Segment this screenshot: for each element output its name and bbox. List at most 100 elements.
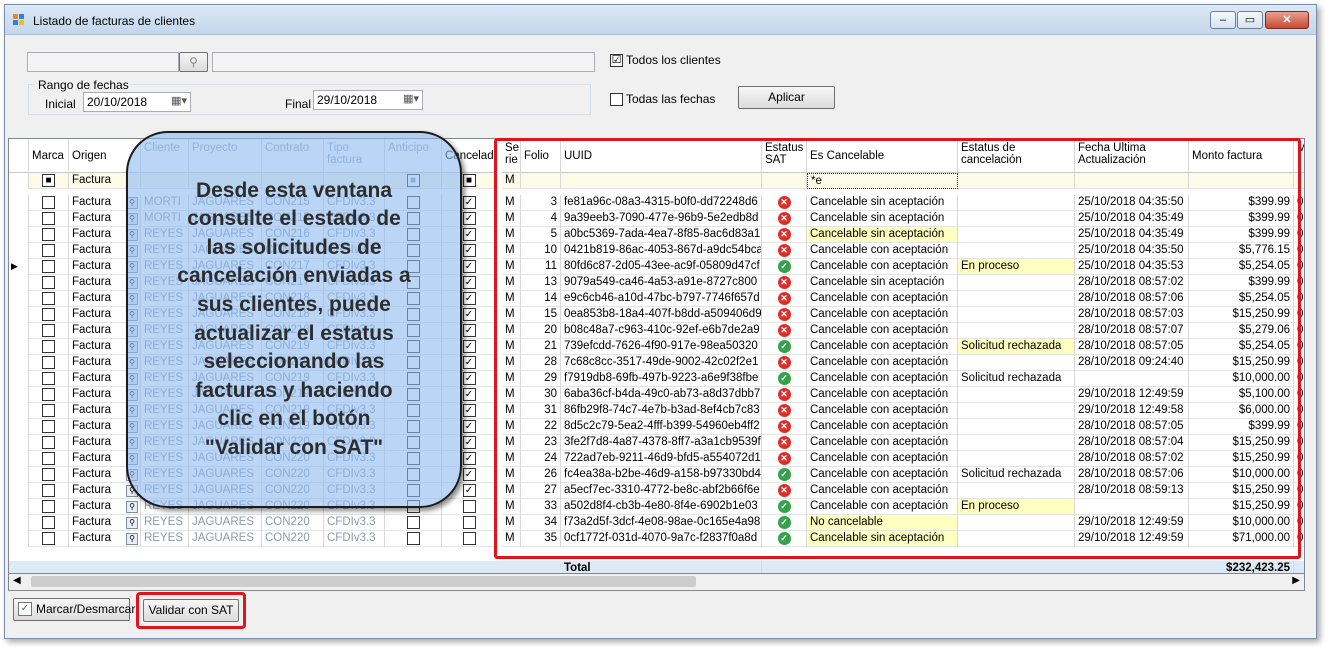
document-preview-icon[interactable]: ⚲ bbox=[126, 533, 138, 545]
row-mark-checkbox-cell[interactable] bbox=[29, 483, 69, 499]
scroll-thumb[interactable] bbox=[31, 576, 696, 587]
row-mark-checkbox-cell[interactable] bbox=[29, 195, 69, 211]
cancelada-checkbox[interactable]: ✓ bbox=[462, 324, 476, 337]
row-mark-checkbox-cell[interactable] bbox=[29, 355, 69, 371]
cancelada-checkbox[interactable]: ✓ bbox=[462, 420, 476, 433]
row-mark-checkbox-cell[interactable] bbox=[29, 323, 69, 339]
row-mark-checkbox-cell[interactable] bbox=[29, 259, 69, 275]
cancelada-checkbox[interactable]: ✓ bbox=[462, 244, 476, 257]
cancelada-checkbox[interactable]: ✓ bbox=[462, 404, 476, 417]
scroll-left-icon[interactable]: ◀ bbox=[13, 575, 21, 586]
row-mark-checkbox-cell[interactable] bbox=[29, 451, 69, 467]
cancelada-checkbox-cell[interactable] bbox=[442, 499, 497, 515]
calendar-icon[interactable]: ▦▾ bbox=[403, 92, 419, 105]
cancelada-checkbox-cell[interactable] bbox=[442, 531, 497, 547]
row-header[interactable] bbox=[9, 307, 29, 323]
cancelada-checkbox[interactable]: ✓ bbox=[462, 356, 476, 369]
row-header[interactable] bbox=[9, 243, 29, 259]
row-mark-checkbox[interactable] bbox=[42, 388, 55, 401]
cancelada-checkbox[interactable]: ✓ bbox=[462, 212, 476, 225]
cancelada-checkbox[interactable] bbox=[462, 516, 476, 529]
row-mark-checkbox-cell[interactable] bbox=[29, 387, 69, 403]
minimize-button[interactable]: ‒ bbox=[1210, 11, 1236, 29]
cancelada-checkbox[interactable]: ✓ bbox=[462, 196, 476, 209]
row-mark-checkbox[interactable] bbox=[42, 468, 55, 481]
cancelada-checkbox[interactable] bbox=[462, 500, 476, 513]
row-mark-checkbox[interactable] bbox=[42, 500, 55, 513]
todas-fechas-checkbox[interactable] bbox=[610, 93, 623, 106]
row-mark-checkbox[interactable] bbox=[42, 228, 55, 241]
row-mark-checkbox-cell[interactable] bbox=[29, 419, 69, 435]
row-header[interactable] bbox=[9, 515, 29, 531]
column-header-marca[interactable]: Marca bbox=[29, 139, 69, 173]
cancelada-checkbox[interactable]: ✓ bbox=[462, 468, 476, 481]
row-mark-checkbox-cell[interactable] bbox=[29, 275, 69, 291]
row-mark-checkbox[interactable] bbox=[42, 436, 55, 449]
cancelada-checkbox-cell[interactable] bbox=[442, 515, 497, 531]
cancelada-checkbox[interactable]: ✓ bbox=[462, 260, 476, 273]
close-button[interactable]: ✕ bbox=[1265, 11, 1309, 29]
row-mark-checkbox[interactable] bbox=[42, 308, 55, 321]
row-mark-checkbox[interactable] bbox=[42, 484, 55, 497]
row-mark-checkbox[interactable] bbox=[42, 244, 55, 257]
row-header[interactable] bbox=[9, 467, 29, 483]
aplicar-button[interactable]: Aplicar bbox=[738, 86, 835, 109]
document-preview-icon[interactable]: ⚲ bbox=[126, 517, 138, 529]
row-mark-checkbox[interactable] bbox=[42, 356, 55, 369]
row-mark-checkbox[interactable] bbox=[42, 324, 55, 337]
row-header[interactable] bbox=[9, 355, 29, 371]
scroll-right-icon[interactable]: ▶ bbox=[1292, 575, 1300, 586]
row-mark-checkbox-cell[interactable] bbox=[29, 515, 69, 531]
maximize-button[interactable]: ▭ bbox=[1237, 11, 1263, 29]
row-mark-checkbox[interactable] bbox=[42, 212, 55, 225]
row-header[interactable] bbox=[9, 371, 29, 387]
row-mark-checkbox-cell[interactable] bbox=[29, 227, 69, 243]
anticipo-checkbox-cell[interactable] bbox=[385, 531, 442, 547]
client-lookup-button[interactable]: ⚲ bbox=[179, 52, 208, 72]
cancelada-checkbox[interactable]: ✓ bbox=[462, 372, 476, 385]
cancelada-checkbox[interactable]: ✓ bbox=[462, 484, 476, 497]
row-header[interactable] bbox=[9, 435, 29, 451]
final-date-field[interactable]: 29/10/2018 ▦▾ bbox=[313, 90, 423, 110]
row-mark-checkbox-cell[interactable] bbox=[29, 403, 69, 419]
row-header[interactable] bbox=[9, 387, 29, 403]
inicial-date-field[interactable]: 20/10/2018 ▦▾ bbox=[83, 92, 191, 112]
row-mark-checkbox[interactable] bbox=[42, 404, 55, 417]
cancelada-checkbox[interactable]: ✓ bbox=[462, 308, 476, 321]
row-header[interactable] bbox=[9, 483, 29, 499]
row-mark-checkbox[interactable] bbox=[42, 516, 55, 529]
filter-checkbox[interactable]: ■ bbox=[462, 174, 476, 187]
client-name-field[interactable] bbox=[212, 52, 595, 72]
filter-marca[interactable]: ■ bbox=[29, 173, 69, 189]
anticipo-checkbox[interactable] bbox=[406, 532, 420, 545]
row-header[interactable] bbox=[9, 499, 29, 515]
cancelada-checkbox[interactable]: ✓ bbox=[462, 388, 476, 401]
anticipo-checkbox-cell[interactable] bbox=[385, 515, 442, 531]
row-mark-checkbox[interactable] bbox=[42, 420, 55, 433]
row-mark-checkbox-cell[interactable] bbox=[29, 291, 69, 307]
document-preview-icon[interactable]: ⚲ bbox=[126, 501, 138, 513]
marcar-desmarcar-button[interactable]: ✓ Marcar/Desmarcar bbox=[13, 598, 135, 621]
row-header[interactable] bbox=[9, 227, 29, 243]
row-mark-checkbox-cell[interactable] bbox=[29, 531, 69, 547]
row-mark-checkbox-cell[interactable] bbox=[29, 211, 69, 227]
row-header[interactable] bbox=[9, 211, 29, 227]
row-mark-checkbox-cell[interactable] bbox=[29, 371, 69, 387]
cancelada-checkbox[interactable]: ✓ bbox=[462, 452, 476, 465]
cancelada-checkbox[interactable] bbox=[462, 532, 476, 545]
row-mark-checkbox-cell[interactable] bbox=[29, 499, 69, 515]
calendar-icon[interactable]: ▦▾ bbox=[171, 94, 187, 107]
row-mark-checkbox-cell[interactable] bbox=[29, 339, 69, 355]
row-header[interactable] bbox=[9, 275, 29, 291]
filter-checkbox[interactable]: ■ bbox=[42, 174, 55, 187]
todos-clientes-checkbox[interactable]: ☑ bbox=[610, 54, 623, 67]
row-mark-checkbox[interactable] bbox=[42, 452, 55, 465]
row-header[interactable] bbox=[9, 291, 29, 307]
row-header[interactable] bbox=[9, 531, 29, 547]
current-row-indicator-icon[interactable]: ▶ bbox=[9, 259, 29, 275]
cancelada-checkbox[interactable]: ✓ bbox=[462, 340, 476, 353]
row-mark-checkbox[interactable] bbox=[42, 276, 55, 289]
row-header[interactable] bbox=[9, 419, 29, 435]
row-mark-checkbox[interactable] bbox=[42, 532, 55, 545]
cancelada-checkbox[interactable]: ✓ bbox=[462, 436, 476, 449]
